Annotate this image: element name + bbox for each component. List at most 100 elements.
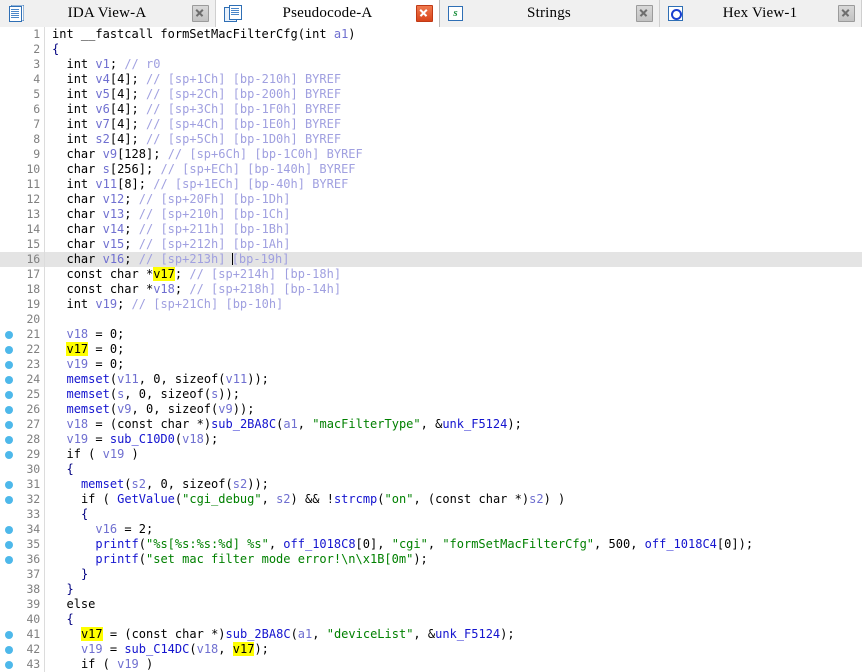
code-line[interactable]: 12 char v12; // [sp+20Fh] [bp-1Dh] bbox=[0, 192, 862, 207]
code-text[interactable]: int v19; // [sp+21Ch] [bp-10h] bbox=[45, 297, 862, 312]
code-text[interactable]: char v13; // [sp+210h] [bp-1Ch] bbox=[45, 207, 862, 222]
code-text[interactable]: v16 = 2; bbox=[45, 522, 862, 537]
code-line[interactable]: 25 memset(s, 0, sizeof(s)); bbox=[0, 387, 862, 402]
code-line[interactable]: 29 if ( v19 ) bbox=[0, 447, 862, 462]
code-line[interactable]: 16 char v16; // [sp+213h] [bp-19h] bbox=[0, 252, 862, 267]
code-line[interactable]: 39 else bbox=[0, 597, 862, 612]
code-line[interactable]: 38 } bbox=[0, 582, 862, 597]
pseudocode-editor[interactable]: 1 int __fastcall formSetMacFilterCfg(int … bbox=[0, 27, 862, 672]
code-text[interactable]: } bbox=[45, 567, 862, 582]
code-line[interactable]: 1 int __fastcall formSetMacFilterCfg(int … bbox=[0, 27, 862, 42]
code-text[interactable]: int __fastcall formSetMacFilterCfg(int a… bbox=[45, 27, 862, 42]
breakpoint-icon[interactable] bbox=[5, 421, 13, 429]
code-line[interactable]: 43 if ( v19 ) bbox=[0, 657, 862, 672]
code-line[interactable]: 24 memset(v11, 0, sizeof(v11)); bbox=[0, 372, 862, 387]
code-line[interactable]: 26 memset(v9, 0, sizeof(v9)); bbox=[0, 402, 862, 417]
close-icon[interactable] bbox=[416, 5, 433, 22]
code-text[interactable]: if ( GetValue("cgi_debug", s2) && !strcm… bbox=[45, 492, 862, 507]
code-line[interactable]: 3 int v1; // r0 bbox=[0, 57, 862, 72]
breakpoint-icon[interactable] bbox=[5, 406, 13, 414]
code-text[interactable]: v18 = 0; bbox=[45, 327, 862, 342]
code-line[interactable]: 18 const char *v18; // [sp+218h] [bp-14h… bbox=[0, 282, 862, 297]
breakpoint-icon[interactable] bbox=[5, 556, 13, 564]
code-text[interactable]: memset(v11, 0, sizeof(v11)); bbox=[45, 372, 862, 387]
code-text[interactable]: int s2[4]; // [sp+5Ch] [bp-1D0h] BYREF bbox=[45, 132, 862, 147]
breakpoint-icon[interactable] bbox=[5, 451, 13, 459]
code-text[interactable]: v17 = 0; bbox=[45, 342, 862, 357]
highlighted-identifier[interactable]: v17 bbox=[66, 342, 89, 356]
code-text[interactable]: { bbox=[45, 507, 862, 522]
code-line[interactable]: 21 v18 = 0; bbox=[0, 327, 862, 342]
tab-hex-view-1[interactable]: Hex View-1 bbox=[660, 0, 862, 27]
code-text[interactable]: char v15; // [sp+212h] [bp-1Ah] bbox=[45, 237, 862, 252]
code-line[interactable]: 40 { bbox=[0, 612, 862, 627]
breakpoint-icon[interactable] bbox=[5, 526, 13, 534]
highlighted-identifier[interactable]: v17 bbox=[80, 627, 103, 641]
code-text[interactable]: int v5[4]; // [sp+2Ch] [bp-200h] BYREF bbox=[45, 87, 862, 102]
tab-strings[interactable]: s Strings bbox=[440, 0, 660, 27]
code-line[interactable]: 13 char v13; // [sp+210h] [bp-1Ch] bbox=[0, 207, 862, 222]
code-text[interactable]: { bbox=[45, 42, 862, 57]
code-line[interactable]: 42 v19 = sub_C14DC(v18, v17); bbox=[0, 642, 862, 657]
code-text[interactable]: if ( v19 ) bbox=[45, 447, 862, 462]
code-text[interactable]: printf("%s[%s:%s:%d] %s", off_1018C8[0],… bbox=[45, 537, 862, 552]
code-text[interactable]: { bbox=[45, 462, 862, 477]
code-line[interactable]: 33 { bbox=[0, 507, 862, 522]
code-text[interactable]: { bbox=[45, 612, 862, 627]
code-text[interactable]: if ( v19 ) bbox=[45, 657, 862, 672]
code-line[interactable]: 35 printf("%s[%s:%s:%d] %s", off_1018C8[… bbox=[0, 537, 862, 552]
highlighted-identifier[interactable]: v17 bbox=[232, 642, 255, 656]
code-text[interactable]: v19 = 0; bbox=[45, 357, 862, 372]
code-line[interactable]: 23 v19 = 0; bbox=[0, 357, 862, 372]
code-line[interactable]: 5 int v5[4]; // [sp+2Ch] [bp-200h] BYREF bbox=[0, 87, 862, 102]
close-icon[interactable] bbox=[192, 5, 209, 22]
code-line[interactable]: 15 char v15; // [sp+212h] [bp-1Ah] bbox=[0, 237, 862, 252]
code-line[interactable]: 10 char s[256]; // [sp+ECh] [bp-140h] BY… bbox=[0, 162, 862, 177]
code-line[interactable]: 37 } bbox=[0, 567, 862, 582]
close-icon[interactable] bbox=[838, 5, 855, 22]
code-line[interactable]: 9 char v9[128]; // [sp+6Ch] [bp-1C0h] BY… bbox=[0, 147, 862, 162]
code-text[interactable]: int v4[4]; // [sp+1Ch] [bp-210h] BYREF bbox=[45, 72, 862, 87]
code-text[interactable]: memset(v9, 0, sizeof(v9)); bbox=[45, 402, 862, 417]
code-line[interactable]: 22 v17 = 0; bbox=[0, 342, 862, 357]
breakpoint-icon[interactable] bbox=[5, 376, 13, 384]
breakpoint-icon[interactable] bbox=[5, 436, 13, 444]
breakpoint-icon[interactable] bbox=[5, 481, 13, 489]
code-text[interactable]: memset(s, 0, sizeof(s)); bbox=[45, 387, 862, 402]
code-text[interactable]: printf("set mac filter mode error!\n\x1B… bbox=[45, 552, 862, 567]
code-text[interactable]: int v11[8]; // [sp+1ECh] [bp-40h] BYREF bbox=[45, 177, 862, 192]
code-line[interactable]: 17 const char *v17; // [sp+214h] [bp-18h… bbox=[0, 267, 862, 282]
code-line[interactable]: 31 memset(s2, 0, sizeof(s2)); bbox=[0, 477, 862, 492]
breakpoint-icon[interactable] bbox=[5, 361, 13, 369]
code-line[interactable]: 36 printf("set mac filter mode error!\n\… bbox=[0, 552, 862, 567]
code-text[interactable]: else bbox=[45, 597, 862, 612]
highlighted-identifier[interactable]: v17 bbox=[153, 267, 175, 281]
breakpoint-icon[interactable] bbox=[5, 661, 13, 669]
code-text[interactable]: const char *v17; // [sp+214h] [bp-18h] bbox=[45, 267, 862, 282]
breakpoint-icon[interactable] bbox=[5, 541, 13, 549]
code-text[interactable]: int v7[4]; // [sp+4Ch] [bp-1E0h] BYREF bbox=[45, 117, 862, 132]
code-line[interactable]: 20 bbox=[0, 312, 862, 327]
code-line[interactable]: 34 v16 = 2; bbox=[0, 522, 862, 537]
breakpoint-icon[interactable] bbox=[5, 331, 13, 339]
code-line[interactable]: 4 int v4[4]; // [sp+1Ch] [bp-210h] BYREF bbox=[0, 72, 862, 87]
code-line[interactable]: 7 int v7[4]; // [sp+4Ch] [bp-1E0h] BYREF bbox=[0, 117, 862, 132]
code-line[interactable]: 11 int v11[8]; // [sp+1ECh] [bp-40h] BYR… bbox=[0, 177, 862, 192]
code-line[interactable]: 27 v18 = (const char *)sub_2BA8C(a1, "ma… bbox=[0, 417, 862, 432]
breakpoint-icon[interactable] bbox=[5, 496, 13, 504]
code-text[interactable]: v17 = (const char *)sub_2BA8C(a1, "devic… bbox=[45, 627, 862, 642]
breakpoint-icon[interactable] bbox=[5, 391, 13, 399]
code-text[interactable] bbox=[45, 312, 862, 327]
code-text[interactable]: memset(s2, 0, sizeof(s2)); bbox=[45, 477, 862, 492]
tab-ida-view-a[interactable]: IDA View-A bbox=[0, 0, 216, 27]
code-text[interactable]: int v6[4]; // [sp+3Ch] [bp-1F0h] BYREF bbox=[45, 102, 862, 117]
code-line[interactable]: 14 char v14; // [sp+211h] [bp-1Bh] bbox=[0, 222, 862, 237]
code-line[interactable]: 8 int s2[4]; // [sp+5Ch] [bp-1D0h] BYREF bbox=[0, 132, 862, 147]
breakpoint-icon[interactable] bbox=[5, 346, 13, 354]
code-text[interactable]: v18 = (const char *)sub_2BA8C(a1, "macFi… bbox=[45, 417, 862, 432]
breakpoint-icon[interactable] bbox=[5, 646, 13, 654]
code-text[interactable]: v19 = sub_C14DC(v18, v17); bbox=[45, 642, 862, 657]
code-text[interactable]: int v1; // r0 bbox=[45, 57, 862, 72]
code-text[interactable]: char v9[128]; // [sp+6Ch] [bp-1C0h] BYRE… bbox=[45, 147, 862, 162]
code-text[interactable]: char v14; // [sp+211h] [bp-1Bh] bbox=[45, 222, 862, 237]
